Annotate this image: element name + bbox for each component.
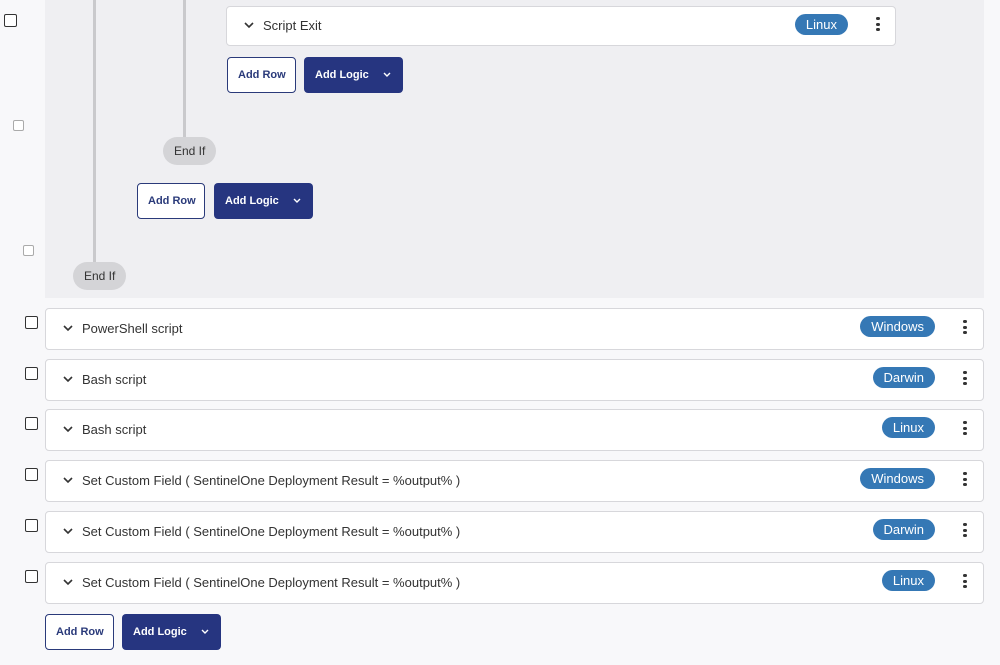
more-options-icon[interactable] (963, 421, 967, 439)
action-row-powershell-script[interactable]: PowerShell script Windows (45, 308, 984, 350)
os-badge: Darwin (872, 519, 935, 540)
add-logic-button[interactable]: Add Logic (122, 614, 221, 650)
add-logic-label: Add Logic (315, 69, 369, 81)
logic-connector-line-outer (93, 0, 96, 266)
action-row-script-exit[interactable]: Script Exit Linux (226, 6, 896, 46)
action-row-set-custom-field[interactable]: Set Custom Field ( SentinelOne Deploymen… (45, 562, 984, 604)
os-badge: Linux (881, 417, 935, 438)
os-badge: Windows (860, 468, 935, 489)
os-badge: Linux (794, 14, 848, 35)
end-if-marker: End If (73, 262, 127, 290)
more-options-icon[interactable] (963, 320, 967, 338)
row-checkbox[interactable] (25, 570, 38, 583)
action-row-title: Set Custom Field ( SentinelOne Deploymen… (82, 473, 461, 488)
end-if-marker: End If (163, 137, 217, 165)
os-badge: Windows (860, 316, 935, 337)
action-row-title: Script Exit (263, 18, 322, 33)
more-options-icon[interactable] (963, 523, 967, 541)
chevron-down-icon[interactable] (63, 475, 73, 485)
os-badge: Linux (881, 570, 935, 591)
add-row-button[interactable]: Add Row (45, 614, 114, 650)
logic-connector-line-inner (183, 0, 186, 140)
row-checkbox[interactable] (25, 367, 38, 380)
chevron-down-icon[interactable] (244, 20, 254, 30)
os-badge: Darwin (872, 367, 935, 388)
add-logic-label: Add Logic (225, 195, 279, 207)
add-row-button[interactable]: Add Row (137, 183, 205, 219)
action-row-title: Set Custom Field ( SentinelOne Deploymen… (82, 575, 461, 590)
more-options-icon[interactable] (963, 472, 967, 490)
action-row-title: Bash script (82, 422, 147, 437)
add-logic-button[interactable]: Add Logic (214, 183, 313, 219)
row-checkbox[interactable] (13, 120, 24, 131)
action-row-bash-script[interactable]: Bash script Linux (45, 409, 984, 451)
row-checkbox[interactable] (25, 519, 38, 532)
chevron-down-icon (201, 629, 209, 634)
add-logic-button[interactable]: Add Logic (304, 57, 403, 93)
add-logic-label: Add Logic (133, 626, 187, 638)
row-checkbox[interactable] (25, 468, 38, 481)
chevron-down-icon[interactable] (63, 577, 73, 587)
action-row-title: Bash script (82, 372, 147, 387)
row-checkbox[interactable] (23, 245, 34, 256)
action-row-set-custom-field[interactable]: Set Custom Field ( SentinelOne Deploymen… (45, 460, 984, 502)
row-checkbox[interactable] (25, 417, 38, 430)
row-checkbox[interactable] (25, 316, 38, 329)
chevron-down-icon[interactable] (63, 323, 73, 333)
action-row-bash-script[interactable]: Bash script Darwin (45, 359, 984, 401)
row-checkbox[interactable] (4, 14, 17, 27)
action-row-set-custom-field[interactable]: Set Custom Field ( SentinelOne Deploymen… (45, 511, 984, 553)
more-options-icon[interactable] (876, 17, 880, 35)
chevron-down-icon (383, 72, 391, 77)
add-row-button[interactable]: Add Row (227, 57, 296, 93)
chevron-down-icon[interactable] (63, 374, 73, 384)
chevron-down-icon[interactable] (63, 526, 73, 536)
action-row-title: Set Custom Field ( SentinelOne Deploymen… (82, 524, 461, 539)
action-row-title: PowerShell script (82, 321, 183, 336)
chevron-down-icon (293, 198, 301, 203)
more-options-icon[interactable] (963, 371, 967, 389)
chevron-down-icon[interactable] (63, 424, 73, 434)
more-options-icon[interactable] (963, 574, 967, 592)
